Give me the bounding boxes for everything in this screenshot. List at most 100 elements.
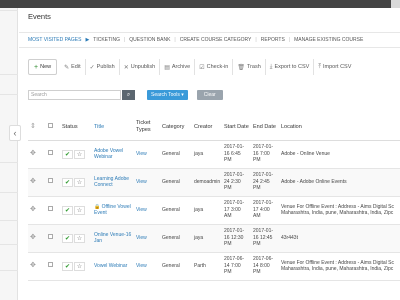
- table-row[interactable]: ✥ ✔ ☆ Adobe Vowel Webinar View General ja…: [28, 140, 400, 169]
- category-header[interactable]: Category: [160, 115, 192, 141]
- export-csv-button[interactable]: ⤓ Export to CSV: [266, 59, 315, 75]
- star-icon[interactable]: ☆: [74, 149, 85, 159]
- star-icon[interactable]: ☆: [74, 177, 85, 187]
- top-bar: [0, 0, 400, 8]
- crumb-most-visited[interactable]: MOST VISITED PAGES: [28, 37, 81, 43]
- published-check-icon[interactable]: ✔: [62, 233, 73, 243]
- crumb-question-bank[interactable]: QUESTION BANK: [129, 37, 170, 43]
- location-cell: Venue For Offline Event : Address - Aims…: [279, 196, 400, 225]
- location-cell: Adobe - Online Venue: [279, 140, 400, 169]
- event-title-link[interactable]: Vowel Webinar: [92, 252, 134, 281]
- end-date-cell: 2017-06-14 8:00 PM: [251, 252, 279, 281]
- title-header[interactable]: Title: [92, 115, 134, 141]
- drag-handle-icon[interactable]: ✥: [30, 234, 36, 241]
- edit-button[interactable]: ✎ Edit: [60, 59, 86, 75]
- table-row[interactable]: ✥ ✔ ☆ 🔒 Offline Vowel Event View General …: [28, 196, 400, 225]
- start-date-cell: 2017-01-16 12:30 PM: [222, 224, 251, 253]
- category-cell: General: [160, 140, 192, 169]
- trash-button[interactable]: 🗑 Trash: [233, 59, 266, 75]
- ticket-view-link[interactable]: View: [134, 252, 160, 281]
- crumb-divider: |: [288, 37, 291, 43]
- star-icon[interactable]: ☆: [74, 261, 85, 271]
- sidebar-divider: [0, 74, 18, 75]
- event-title-link[interactable]: 🔒 Offline Vowel Event: [92, 196, 134, 225]
- sidebar-divider: [0, 244, 18, 245]
- drag-handle-icon[interactable]: ✥: [30, 150, 36, 157]
- edit-icon: ✎: [64, 64, 70, 71]
- archive-label: Archive: [171, 64, 191, 70]
- end-date-cell: 2017-01-16 7:00 PM: [251, 140, 279, 169]
- crumb-manage-existing-course[interactable]: MANAGE EXISTING COURSE: [294, 37, 363, 43]
- checkin-label: Check-in: [206, 64, 229, 70]
- row-checkbox[interactable]: [48, 150, 53, 156]
- ticket-view-link[interactable]: View: [134, 140, 160, 169]
- search-button[interactable]: ⌕: [122, 90, 135, 100]
- row-checkbox[interactable]: [48, 234, 53, 240]
- ticket-types-header[interactable]: Ticket Types: [134, 115, 160, 141]
- crumb-ticketing[interactable]: TICKETING: [93, 37, 120, 43]
- sidebar: [0, 8, 18, 300]
- ticket-view-link[interactable]: View: [134, 168, 160, 197]
- published-check-icon[interactable]: ✔: [62, 205, 73, 215]
- drag-handle-icon[interactable]: ✥: [30, 178, 36, 185]
- search-input[interactable]: Search: [28, 90, 121, 100]
- crumb-create-course-category[interactable]: CREATE COURSE CATEGORY: [180, 37, 252, 43]
- checkin-button[interactable]: ☑ Check-in: [195, 59, 234, 75]
- start-date-header[interactable]: Start Date: [222, 115, 251, 141]
- end-date-header[interactable]: End Date: [251, 115, 279, 141]
- row-checkbox[interactable]: [48, 206, 53, 212]
- lock-icon: 🔒: [94, 203, 101, 210]
- published-check-icon[interactable]: ✔: [62, 177, 73, 187]
- location-header[interactable]: Location: [279, 115, 400, 141]
- select-all-checkbox[interactable]: [48, 123, 53, 129]
- archive-button[interactable]: ▤ Archive: [160, 59, 196, 75]
- sidebar-divider: [0, 270, 18, 271]
- creator-cell: jaya: [192, 196, 222, 225]
- event-title-text[interactable]: Offline Vowel Event: [94, 204, 131, 217]
- start-date-cell: 2017-01-24 2:30 PM: [222, 168, 251, 197]
- search-tools-button[interactable]: Search Tools ▾: [147, 90, 188, 100]
- creator-header[interactable]: Creator: [192, 115, 222, 141]
- row-checkbox[interactable]: [48, 262, 53, 268]
- star-icon[interactable]: ☆: [74, 205, 85, 215]
- sidebar-divider: [0, 220, 18, 221]
- creator-cell: jaya: [192, 224, 222, 253]
- clear-button[interactable]: Clear: [196, 90, 223, 100]
- start-date-cell: 2017-06-14 7:00 PM: [222, 252, 251, 281]
- table-row[interactable]: ✥ ✔ ☆ Online Venue-16 Jan View General ja…: [28, 224, 400, 253]
- table-row[interactable]: ✥ ✔ ☆ Learning Adobe Connect View General…: [28, 168, 400, 197]
- published-check-icon[interactable]: ✔: [62, 261, 73, 271]
- row-checkbox[interactable]: [48, 178, 53, 184]
- upload-icon: ⤒: [318, 63, 321, 70]
- end-date-cell: 2017-01-24 2:45 PM: [251, 168, 279, 197]
- ticket-view-link[interactable]: View: [134, 224, 160, 253]
- select-all-header[interactable]: [46, 115, 60, 141]
- table-row[interactable]: ✥ ✔ ☆ Vowel Webinar View General Parth 20…: [28, 252, 400, 281]
- end-date-cell: 2017-01-16 12:45 PM: [251, 224, 279, 253]
- import-csv-button[interactable]: ⤒ Import CSV: [314, 59, 355, 75]
- order-header[interactable]: ⇕: [28, 115, 46, 141]
- events-table: ⇕ Status Title Ticket Types Category Cre…: [28, 115, 400, 281]
- crumb-divider: |: [255, 37, 257, 43]
- avatar[interactable]: [391, 0, 400, 8]
- play-arrow-icon: ▶: [85, 37, 90, 43]
- event-title-link[interactable]: Adobe Vowel Webinar: [92, 140, 134, 169]
- page-title: Events: [28, 12, 51, 21]
- unpublish-label: Unpublish: [130, 64, 156, 70]
- new-button[interactable]: + New: [28, 59, 58, 75]
- drag-handle-icon[interactable]: ✥: [30, 262, 36, 269]
- unpublish-button[interactable]: ✕ Unpublish: [120, 59, 161, 75]
- sort-icon: ⇕: [30, 123, 36, 131]
- status-header[interactable]: Status: [60, 115, 92, 141]
- event-title-link[interactable]: Online Venue-16 Jan: [92, 224, 134, 253]
- star-icon[interactable]: ☆: [74, 233, 85, 243]
- search-row: Search ⌕ Search Tools ▾ Clear: [28, 90, 223, 100]
- crumb-divider: |: [123, 37, 126, 43]
- published-check-icon[interactable]: ✔: [62, 149, 73, 159]
- event-title-link[interactable]: Learning Adobe Connect: [92, 168, 134, 197]
- ticket-view-link[interactable]: View: [134, 196, 160, 225]
- location-cell: 43r443t: [279, 224, 400, 253]
- drag-handle-icon[interactable]: ✥: [30, 206, 36, 213]
- publish-button[interactable]: ✓ Publish: [86, 59, 120, 75]
- crumb-reports[interactable]: REPORTS: [261, 37, 285, 43]
